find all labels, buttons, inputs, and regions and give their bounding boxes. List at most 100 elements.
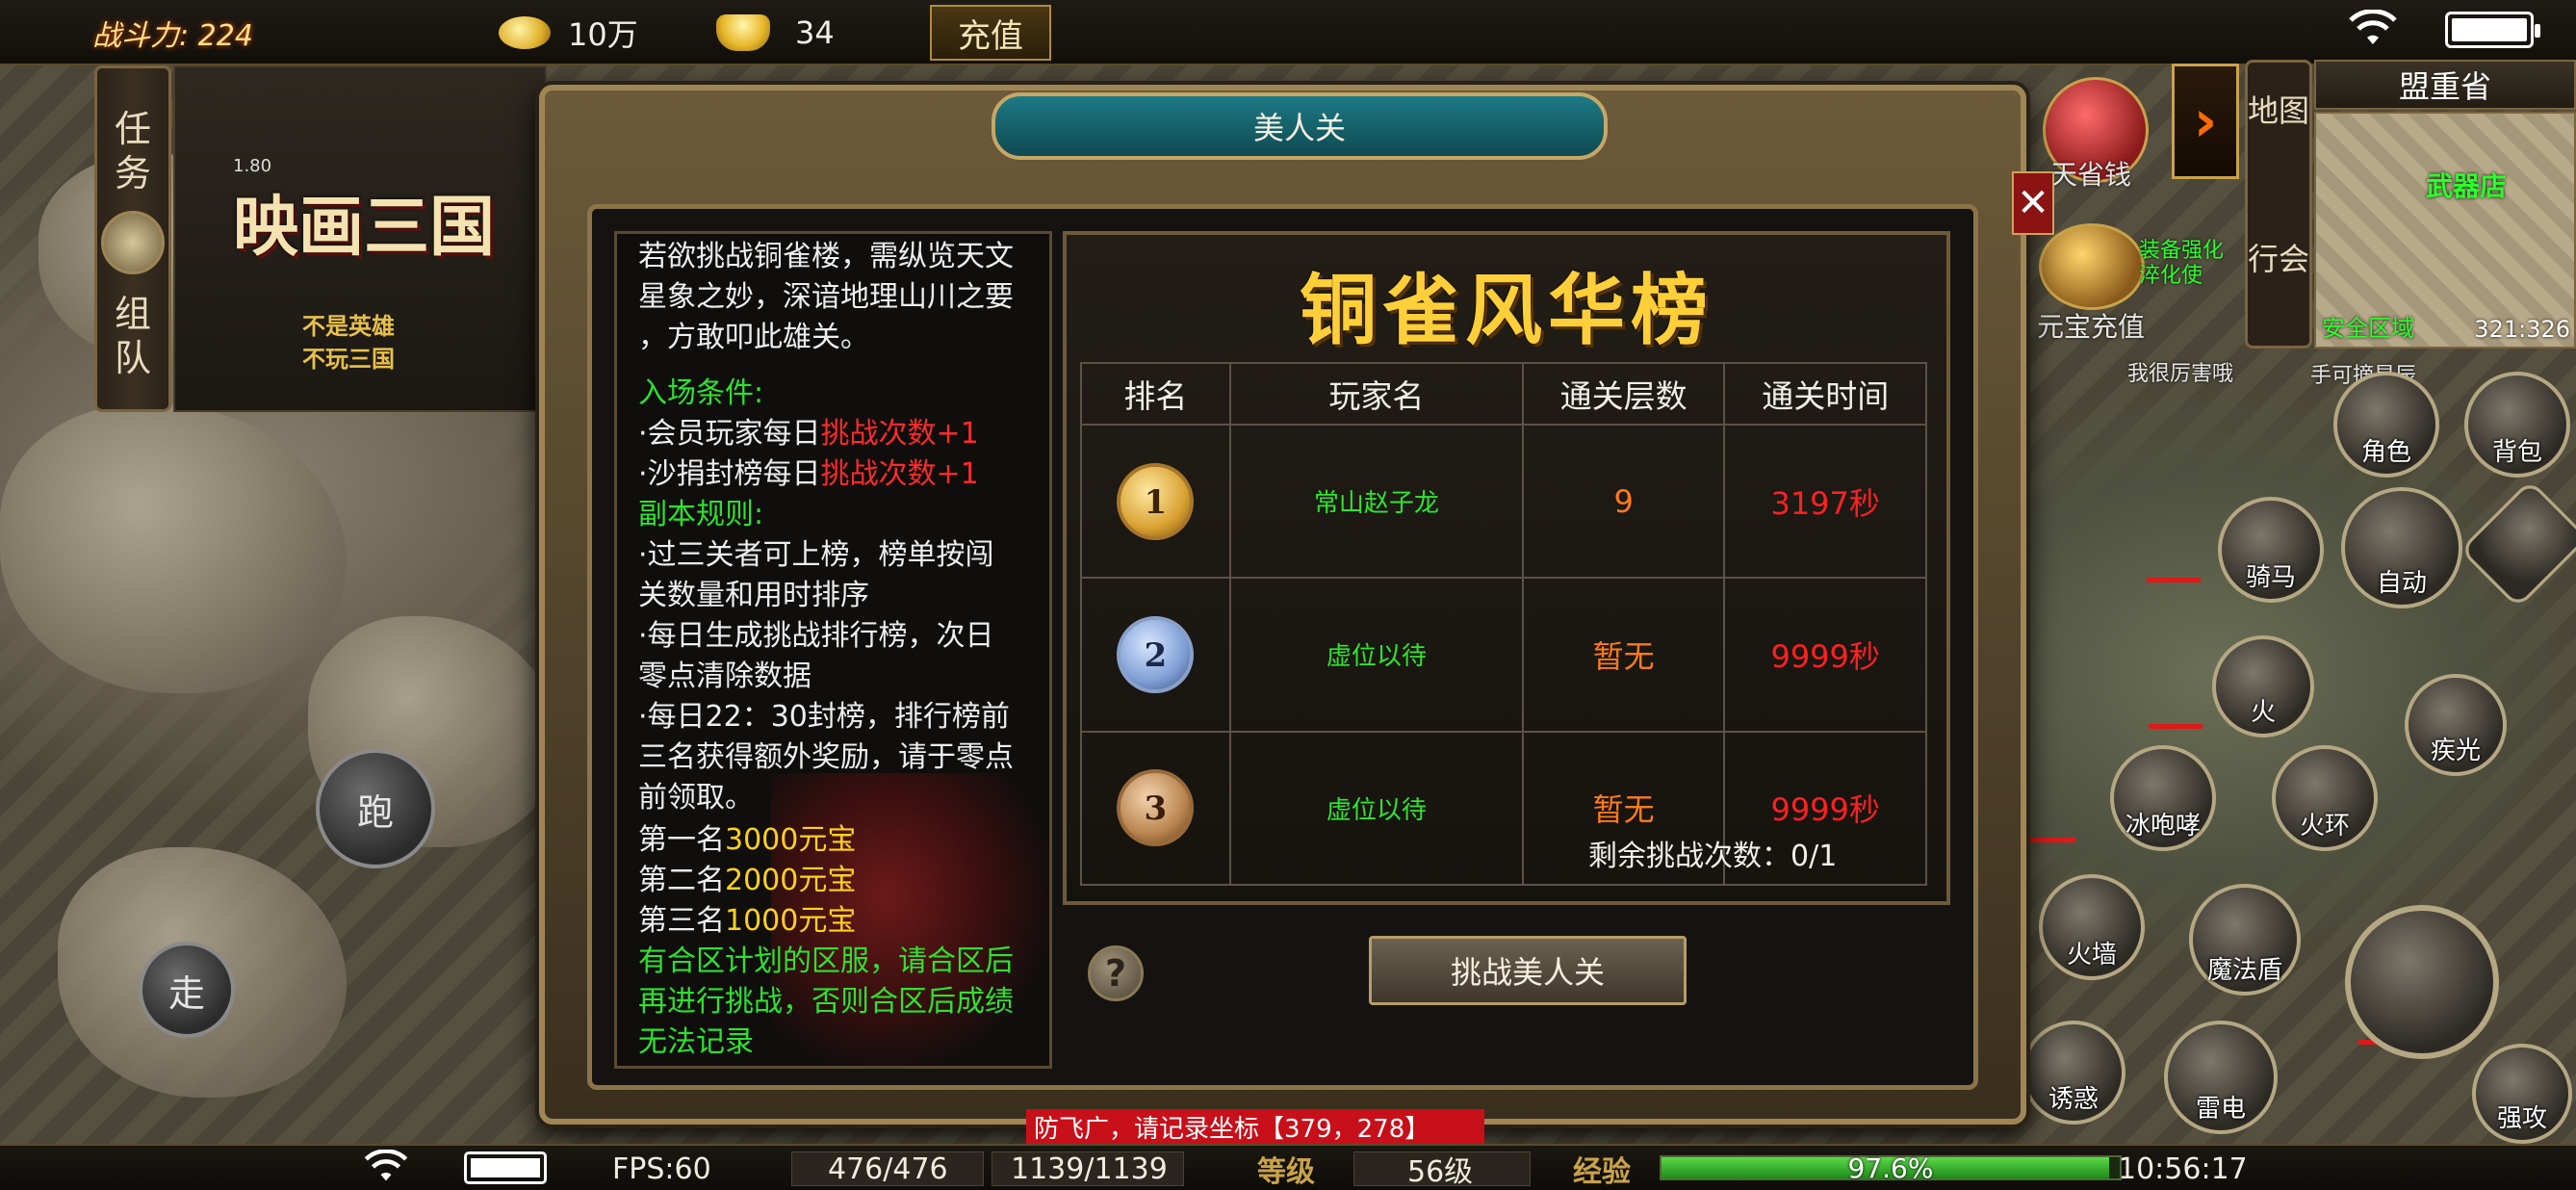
game-logo-panel: 1.80 映画三国 不是英雄 不玩三国: [173, 65, 547, 412]
header-player: 玩家名: [1228, 362, 1524, 426]
gold-icon: [499, 16, 551, 49]
gold-medal-icon: 1: [1117, 462, 1195, 540]
reward-value: 3000元宝: [725, 823, 857, 857]
rule-line: ·每日生成挑战排行榜，次日: [638, 619, 994, 653]
expand-arrow-icon[interactable]: ›: [2172, 64, 2239, 179]
player-name: 常山赵子龙: [1228, 423, 1524, 580]
tab-map[interactable]: 地图: [2248, 91, 2309, 130]
level-value: 56级: [1407, 1155, 1474, 1189]
entry-condition: ·会员玩家每日挑战次数+1: [638, 415, 979, 453]
ranking-table: 排名 玩家名 通关层数 通关时间 1 常山赵子龙 9 3197秒 2 虚位以待 …: [1080, 362, 1927, 887]
minimap[interactable]: 武器店 安全区域 321:326: [2314, 112, 2576, 349]
enemy-health-bar: [2022, 838, 2075, 842]
clear-time: 3197秒: [1723, 423, 1927, 580]
logo-slogan: 不是英雄 不玩三国: [302, 310, 395, 375]
map-name: 盟重省: [2314, 60, 2576, 110]
reward-rank: 第一名: [638, 823, 725, 857]
logo-title: 映画三国: [233, 189, 496, 266]
table-row: 1 常山赵子龙 9 3197秒: [1080, 423, 1927, 580]
hp-value: 476/476: [828, 1151, 948, 1186]
tab-guild[interactable]: 行会: [2248, 240, 2309, 278]
skill-label: 背包: [2491, 438, 2542, 467]
enemy-health-bar: [2149, 724, 2202, 729]
entry-heading: 入场条件:: [638, 376, 764, 410]
level-label: 等级: [1257, 1155, 1315, 1189]
gold-amount: 10万: [568, 16, 638, 53]
npc-name[interactable]: 我很厉害哦: [2127, 356, 2233, 387]
skill-label: 雷电: [2195, 1095, 2246, 1124]
close-button[interactable]: ✕: [2012, 171, 2054, 235]
player-name: 虚位以待: [1228, 730, 1524, 887]
tab-team[interactable]: 组队: [97, 292, 168, 380]
skill-fire-ring[interactable]: 火环: [2272, 745, 2378, 851]
event-ingot-recharge[interactable]: 元宝充值: [2037, 306, 2145, 345]
combat-power: 战斗力: 224: [92, 19, 253, 53]
entry-bonus: 挑战次数+1: [820, 457, 979, 491]
rank-cell: 3: [1080, 730, 1231, 887]
intro-line: 星象之妙，深谙地理山川之要: [638, 280, 1014, 314]
help-icon[interactable]: ?: [1088, 945, 1144, 1001]
skill-strong-attack[interactable]: 强攻: [2472, 1044, 2572, 1144]
challenge-button[interactable]: 挑战美人关: [1369, 936, 1687, 1005]
reward-line: 第一名3000元宝: [638, 821, 856, 860]
skill-label: 骑马: [2245, 563, 2296, 592]
mount-button[interactable]: 骑马: [2218, 497, 2324, 603]
recharge-button[interactable]: 充值: [930, 5, 1051, 61]
ingot-icon: [716, 14, 770, 51]
tab-task[interactable]: 任务: [97, 107, 168, 195]
remaining-attempts: 剩余挑战次数：0/1: [1588, 840, 1838, 873]
skill-ice[interactable]: 冰咆哮: [2110, 745, 2216, 851]
attack-sword-icon[interactable]: [2345, 905, 2499, 1059]
top-status-bar: 战斗力: 224 10万 34 充值: [0, 0, 2576, 65]
header-rank: 排名: [1080, 362, 1231, 426]
logo-slogan-line: 不是英雄: [302, 313, 395, 340]
auto-battle-button[interactable]: 自动: [2341, 487, 2462, 608]
skill-thunder[interactable]: 雷电: [2164, 1021, 2278, 1134]
exp-bar: 97.6%: [1660, 1151, 2122, 1184]
rank-cell: 1: [1080, 423, 1231, 580]
reward-value: 2000元宝: [725, 864, 857, 897]
intro-line: 若欲挑战铜雀楼，需纵览天文: [638, 240, 1014, 273]
skill-magic-shield[interactable]: 魔法盾: [2189, 884, 2301, 996]
gold-counter: 10万: [499, 6, 638, 60]
bag-button[interactable]: 背包: [2464, 372, 2570, 478]
rule-line: 关数量和用时排序: [638, 579, 869, 612]
ranking-title: 铜雀风华榜: [1300, 265, 1713, 355]
rule-line: ·过三关者可上榜，榜单按闯: [638, 538, 994, 572]
battery-icon: [2445, 12, 2540, 48]
skill-label: 自动: [2376, 569, 2427, 598]
logo-slogan-line: 不玩三国: [302, 346, 395, 373]
skill-fire[interactable]: 火: [2212, 635, 2314, 737]
skill-label: 冰咆哮: [2125, 812, 2201, 841]
header-floors: 通关层数: [1521, 362, 1726, 426]
reward-line: 第三名1000元宝: [638, 902, 856, 941]
skill-light[interactable]: 疾光: [2405, 674, 2507, 776]
skill-label: 火环: [2299, 812, 2350, 841]
skill-label: 强攻: [2496, 1104, 2547, 1133]
floors-cleared: 暂无: [1521, 577, 1726, 733]
npc-forge-master[interactable]: 装备强化 淬化使: [2139, 239, 2224, 289]
entry-text: ·沙捐封榜每日: [638, 457, 821, 491]
entry-text: ·会员玩家每日: [638, 417, 821, 451]
skill-lure[interactable]: 诱惑: [2022, 1021, 2125, 1125]
character-button[interactable]: 角色: [2333, 372, 2439, 478]
rule-line: 前领取。: [638, 781, 754, 815]
walk-button[interactable]: 走: [139, 942, 235, 1038]
clear-time: 9999秒: [1723, 577, 1927, 733]
enemy-health-bar: [2147, 578, 2201, 582]
toggle-icon[interactable]: [101, 211, 165, 274]
dialog-title: 美人关: [992, 92, 1608, 160]
rule-line: 三名获得额外奖励，请于零点: [638, 740, 1014, 774]
rock-decoration: [0, 404, 347, 693]
wifi-icon: [2349, 10, 2397, 44]
exp-percent: 97.6%: [1847, 1151, 1934, 1184]
run-button[interactable]: 跑: [316, 749, 435, 868]
skill-fire-wall[interactable]: 火墙: [2039, 874, 2145, 980]
event-save-money[interactable]: 天省钱: [2050, 154, 2131, 193]
table-header-row: 排名 玩家名 通关层数 通关时间: [1080, 362, 1927, 426]
silver-medal-icon: 2: [1117, 615, 1195, 693]
merge-notice: 再进行挑战，否则合区后成绩: [638, 985, 1014, 1019]
mp-value: 1139/1139: [1011, 1151, 1168, 1186]
system-notice: 防飞广，请记录坐标【379，278】: [1026, 1109, 1484, 1144]
treasure-chest-icon[interactable]: [2039, 223, 2145, 310]
